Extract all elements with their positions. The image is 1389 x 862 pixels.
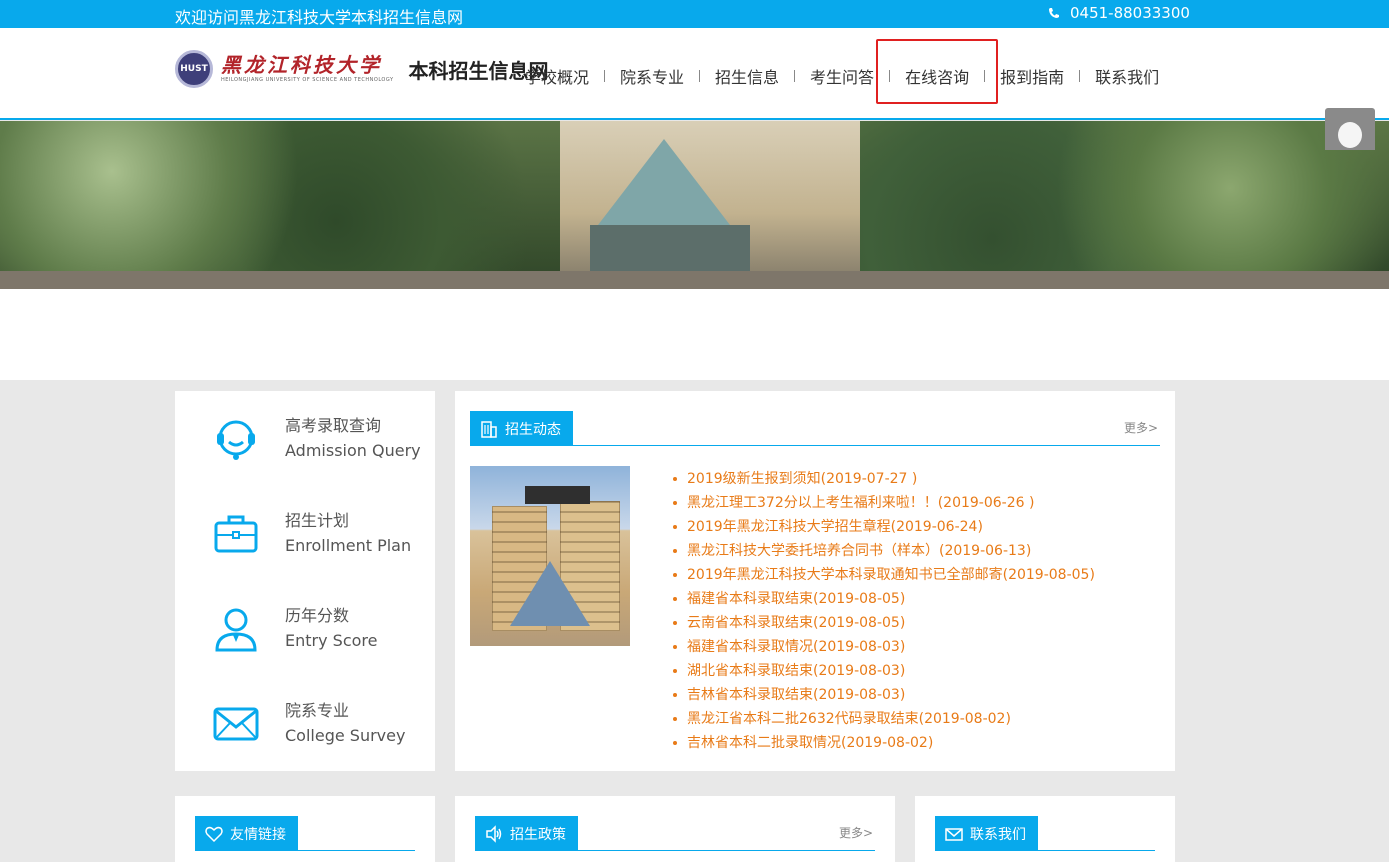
quick-link-cn: 招生计划 <box>285 510 350 530</box>
nav-item-school-overview[interactable]: 学校概况 <box>510 64 604 88</box>
headset-icon <box>217 420 255 460</box>
news-section-tab[interactable]: 招生动态 <box>470 411 573 446</box>
quick-link-cn: 院系专业 <box>285 700 350 720</box>
contact-card: 联系我们 <box>915 796 1175 862</box>
nav-item-contact[interactable]: 联系我们 <box>1080 64 1174 88</box>
news-item[interactable]: 2019年黑龙江科技大学招生章程(2019-06-24) <box>670 515 1095 539</box>
quick-link-entry-score[interactable]: 历年分数 Entry Score <box>175 581 435 676</box>
contact-section-title: 联系我们 <box>970 826 1026 843</box>
news-section-header: 招生动态 更多> <box>470 411 1160 446</box>
friendly-links-card: 友情链接 <box>175 796 435 862</box>
envelope-icon <box>945 827 963 841</box>
news-section-title: 招生动态 <box>505 421 561 438</box>
policy-section-header: 招生政策 更多> <box>475 816 875 851</box>
links-section-tab[interactable]: 友情链接 <box>195 816 298 851</box>
policy-card: 招生政策 更多> <box>455 796 895 862</box>
quick-link-en: College Survey <box>285 725 406 745</box>
quick-link-college-survey[interactable]: 院系专业 College Survey <box>175 676 435 771</box>
university-name-english: HEILONGJIANG UNIVERSITY OF SCIENCE AND T… <box>221 77 394 83</box>
speaker-icon <box>486 824 502 843</box>
mail-icon <box>213 707 259 740</box>
quick-link-en: Entry Score <box>285 630 378 650</box>
quick-link-enrollment-plan[interactable]: 招生计划 Enrollment Plan <box>175 486 435 581</box>
user-icon <box>215 608 257 651</box>
phone-icon <box>1049 8 1059 18</box>
news-item[interactable]: 湖北省本科录取结束(2019-08-03) <box>670 659 1095 683</box>
site-header: HUST 黑龙江科技大学 HEILONGJIANG UNIVERSITY OF … <box>0 28 1389 120</box>
building-icon <box>481 420 497 438</box>
contact-section-header: 联系我们 <box>935 816 1155 851</box>
phone-contact: 0451-88033300 <box>1048 4 1190 22</box>
quick-link-en: Enrollment Plan <box>285 535 412 555</box>
university-emblem-icon: HUST <box>175 50 213 88</box>
policy-more-link[interactable]: 更多> <box>839 824 873 841</box>
quick-link-cn: 高考录取查询 <box>285 415 382 435</box>
quick-link-en: Admission Query <box>285 440 421 460</box>
hero-banner <box>0 121 1389 289</box>
top-bar: 欢迎访问黑龙江科技大学本科招生信息网 0451-88033300 <box>0 0 1389 28</box>
news-item[interactable]: 云南省本科录取结束(2019-08-05) <box>670 611 1095 635</box>
news-more-link[interactable]: 更多> <box>1124 419 1158 436</box>
site-logo[interactable]: HUST 黑龙江科技大学 HEILONGJIANG UNIVERSITY OF … <box>175 50 549 88</box>
welcome-text: 欢迎访问黑龙江科技大学本科招生信息网 <box>175 8 464 27</box>
news-item[interactable]: 2019年黑龙江科技大学本科录取通知书已全部邮寄(2019-08-05) <box>670 563 1095 587</box>
floating-side-widget[interactable] <box>1325 108 1375 150</box>
news-item[interactable]: 黑龙江科技大学委托培养合同书（样本）(2019-06-13) <box>670 539 1095 563</box>
nav-item-faq[interactable]: 考生问答 <box>795 64 889 88</box>
nav-item-departments[interactable]: 院系专业 <box>605 64 699 88</box>
links-section-header: 友情链接 <box>195 816 415 851</box>
news-item[interactable]: 福建省本科录取结束(2019-08-05) <box>670 587 1095 611</box>
nav-item-admission-info[interactable]: 招生信息 <box>700 64 794 88</box>
quick-link-cn: 历年分数 <box>285 605 350 625</box>
news-item[interactable]: 黑龙江省本科二批2632代码录取结束(2019-08-02) <box>670 707 1095 731</box>
news-item[interactable]: 福建省本科录取情况(2019-08-03) <box>670 635 1095 659</box>
quick-link-admission-query[interactable]: 高考录取查询 Admission Query <box>175 391 435 486</box>
links-section-title: 友情链接 <box>230 826 286 843</box>
briefcase-icon <box>214 515 258 552</box>
quick-links-panel: 高考录取查询 Admission Query 招生计划 Enrollment P… <box>175 391 435 771</box>
heart-icon <box>205 826 223 842</box>
news-list: 2019级新生报到须知(2019-07-27 ) 黑龙江理工372分以上考生福利… <box>670 467 1095 755</box>
contact-section-tab[interactable]: 联系我们 <box>935 816 1038 851</box>
news-item[interactable]: 吉林省本科录取结束(2019-08-03) <box>670 683 1095 707</box>
university-name-calligraphy: 黑龙江科技大学 <box>221 53 382 77</box>
news-item[interactable]: 2019级新生报到须知(2019-07-27 ) <box>670 467 1095 491</box>
news-campus-image <box>470 466 630 646</box>
phone-number: 0451-88033300 <box>1070 4 1190 22</box>
main-nav: 学校概况 院系专业 招生信息 考生问答 在线咨询 报到指南 联系我们 <box>510 64 1174 88</box>
admission-news-panel: 招生动态 更多> 2019级新生报到须知(2019-07-27 ) 黑龙江理工3… <box>455 391 1175 771</box>
policy-section-tab[interactable]: 招生政策 <box>475 816 578 851</box>
news-item[interactable]: 吉林省本科二批录取情况(2019-08-02) <box>670 731 1095 755</box>
nav-item-registration-guide[interactable]: 报到指南 <box>985 64 1079 88</box>
policy-section-title: 招生政策 <box>510 826 566 843</box>
content-spacer <box>0 289 1389 380</box>
highlight-annotation <box>876 39 998 104</box>
news-item[interactable]: 黑龙江理工372分以上考生福利来啦！！(2019-06-26 ) <box>670 491 1095 515</box>
